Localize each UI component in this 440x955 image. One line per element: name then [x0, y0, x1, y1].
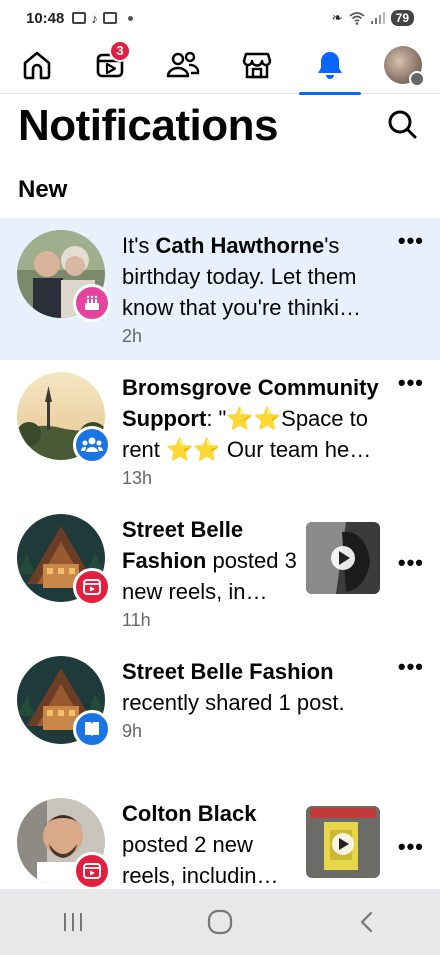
leaf-icon: ❧ — [331, 10, 343, 25]
recent-apps-icon — [64, 913, 83, 931]
notification-text: Street Belle Fashion recently shared 1 p… — [122, 659, 345, 715]
signal-icon — [370, 12, 385, 24]
notification-text: It's Cath Hawthorne's birthday today. Le… — [122, 233, 361, 320]
notification-text: Bromsgrove Community Support: "⭐⭐Space t… — [122, 375, 379, 462]
reel-thumbnail[interactable] — [306, 806, 380, 878]
search-icon — [388, 110, 417, 138]
search-button[interactable] — [386, 108, 418, 145]
home-circle-icon — [207, 909, 233, 935]
battery-indicator: 79 — [390, 10, 414, 26]
more-options-button[interactable]: ••• — [398, 552, 424, 574]
notifications-header: Notifications — [0, 98, 440, 154]
reel-thumbnail[interactable] — [306, 522, 380, 594]
more-notifications-dot-icon — [127, 15, 133, 21]
notification-actor: Colton Black — [122, 801, 257, 826]
more-options-button[interactable]: ••• — [398, 372, 424, 394]
notification-item[interactable]: It's Cath Hawthorne's birthday today. Le… — [0, 218, 440, 360]
reels-icon — [83, 579, 101, 595]
nav-friends[interactable] — [152, 36, 214, 94]
more-options-button[interactable]: ••• — [398, 656, 424, 678]
page-icon — [85, 722, 99, 736]
reels-badge — [73, 568, 111, 606]
video-notification-badge: 3 — [108, 39, 131, 62]
status-bar: 10:48 ♪ ❧ 79 — [0, 0, 440, 36]
notification-list: It's Cath Hawthorne's birthday today. Le… — [0, 218, 440, 928]
birthday-badge — [73, 284, 111, 322]
notification-content: Street Belle Fashion posted 3 new reels,… — [122, 514, 300, 644]
page-badge — [73, 710, 111, 748]
status-right-icons: ❧ 79 — [332, 10, 414, 26]
section-heading-new: New — [18, 176, 68, 203]
recent-apps-button[interactable] — [43, 900, 103, 944]
tiktok-notification-icon: ♪ — [91, 10, 98, 26]
more-options-button[interactable]: ••• — [398, 230, 424, 252]
group-icon — [81, 437, 103, 452]
notification-time: 13h — [122, 468, 153, 488]
system-navigation-bar — [0, 889, 440, 955]
avatar-container — [17, 798, 111, 890]
calendar-notification-icon — [102, 12, 117, 24]
birthday-cake-icon — [85, 295, 99, 310]
nav-notifications[interactable] — [298, 36, 361, 95]
wifi-icon — [349, 11, 365, 25]
youtube-notification-icon — [72, 12, 87, 24]
nav-marketplace[interactable] — [226, 36, 288, 94]
notification-item[interactable]: Street Belle Fashion posted 3 new reels,… — [0, 502, 440, 644]
profile-avatar — [384, 45, 426, 87]
top-nav: 3 — [0, 36, 440, 95]
status-left-icons: ♪ — [72, 11, 133, 26]
more-options-button[interactable]: ••• — [398, 836, 424, 858]
avatar-container — [17, 514, 111, 606]
status-time: 10:48 — [26, 9, 65, 27]
marketplace-icon — [242, 52, 271, 78]
avatar-container — [17, 230, 111, 322]
group-badge — [73, 426, 111, 464]
reels-icon — [83, 863, 101, 879]
menu-icon — [409, 70, 426, 87]
notification-content: It's Cath Hawthorne's birthday today. Le… — [122, 230, 384, 360]
back-button[interactable] — [337, 900, 397, 944]
notification-content: Bromsgrove Community Support: "⭐⭐Space t… — [122, 372, 384, 502]
notification-time: 2h — [122, 326, 143, 346]
home-system-button[interactable] — [190, 900, 250, 944]
avatar-container — [17, 656, 111, 748]
notification-item[interactable]: Bromsgrove Community Support: "⭐⭐Space t… — [0, 360, 440, 502]
home-icon — [23, 51, 50, 79]
reels-badge — [73, 852, 111, 890]
notification-text: Colton Black posted 2 new reels, includi… — [122, 801, 279, 888]
notification-text: Street Belle Fashion posted 3 new reels,… — [122, 517, 297, 604]
friends-icon — [167, 51, 200, 77]
notification-content: Street Belle Fashion recently shared 1 p… — [122, 656, 384, 786]
nav-video[interactable]: 3 — [79, 36, 141, 94]
notification-time: 9h — [122, 721, 143, 741]
page-title: Notifications — [18, 101, 278, 150]
avatar-container — [17, 372, 111, 464]
notification-actor: Cath Hawthorne — [155, 233, 325, 258]
back-icon — [360, 911, 372, 933]
nav-home[interactable] — [6, 36, 68, 94]
nav-profile-menu[interactable] — [372, 36, 434, 94]
notification-actor: Street Belle Fashion — [122, 659, 334, 684]
notification-item[interactable]: Street Belle Fashion recently shared 1 p… — [0, 644, 440, 786]
bell-icon — [317, 51, 342, 79]
notification-time: 11h — [122, 610, 151, 630]
